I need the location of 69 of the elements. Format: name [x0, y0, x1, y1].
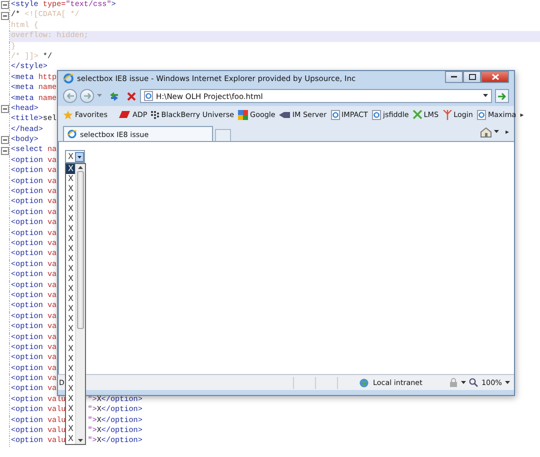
squares-icon: [238, 110, 248, 120]
scrollbar[interactable]: [75, 164, 85, 444]
dropdown-option[interactable]: X: [66, 244, 76, 254]
close-icon: [492, 74, 498, 80]
maximize-icon: [468, 74, 476, 80]
dropdown-option[interactable]: X: [66, 234, 76, 244]
plug-icon: [279, 112, 290, 118]
fold-icon[interactable]: [0, 1, 8, 10]
dropdown-option[interactable]: X: [66, 384, 76, 394]
dropdown-option[interactable]: X: [66, 424, 76, 434]
fold-icon[interactable]: [0, 12, 8, 20]
dropdown-option[interactable]: X: [66, 374, 76, 384]
page-icon: [330, 110, 340, 120]
dropdown-option[interactable]: X: [66, 194, 76, 204]
caret-icon[interactable]: [505, 380, 510, 384]
home-icon[interactable]: [480, 126, 492, 138]
dropdown-option[interactable]: X: [66, 164, 76, 174]
cross-icon: [412, 110, 422, 119]
dropdown-option[interactable]: X: [66, 204, 76, 214]
maximize-button[interactable]: [463, 71, 481, 83]
fold-icon[interactable]: [0, 136, 8, 144]
dropdown-option[interactable]: X: [66, 294, 76, 304]
logo-icon: [119, 111, 130, 118]
down-arrow-icon[interactable]: [78, 439, 84, 442]
spark-icon: [442, 110, 452, 120]
dropdown-option[interactable]: X: [66, 284, 76, 294]
minimize-button[interactable]: [445, 71, 463, 83]
select-box[interactable]: X: [65, 150, 85, 163]
go-button[interactable]: [495, 89, 509, 103]
dropdown-option[interactable]: X: [66, 324, 76, 334]
globe-icon: [358, 378, 370, 388]
dropdown-option[interactable]: X: [66, 214, 76, 224]
fold-icon[interactable]: [0, 105, 8, 114]
dropdown-option[interactable]: X: [66, 354, 76, 364]
stop-icon[interactable]: [126, 90, 137, 102]
zoom-icon[interactable]: [469, 378, 478, 387]
caret-icon[interactable]: [483, 94, 488, 98]
arrow-icon: [498, 92, 506, 100]
caret-icon[interactable]: [494, 130, 500, 134]
page-icon: [144, 91, 153, 101]
dropdown-option[interactable]: X: [66, 414, 76, 424]
fold-icon[interactable]: [0, 146, 8, 155]
page-icon: [372, 110, 381, 120]
minimize-icon: [451, 76, 457, 78]
page-icon: [476, 110, 486, 120]
browser-icon: [67, 129, 77, 139]
dropdown-option[interactable]: X: [66, 434, 76, 444]
back-arrow-icon: [66, 93, 74, 99]
up-arrow-icon[interactable]: [78, 166, 84, 169]
refresh-icon[interactable]: [108, 90, 120, 102]
dropdown-option[interactable]: X: [66, 304, 76, 314]
dropdown-option[interactable]: X: [66, 334, 76, 344]
caret-icon[interactable]: [461, 380, 466, 384]
dropdown-option[interactable]: X: [66, 364, 76, 374]
close-button[interactable]: [481, 71, 509, 83]
dropdown-option[interactable]: X: [66, 224, 76, 234]
star-icon: [63, 110, 73, 120]
dropdown-option[interactable]: X: [66, 394, 76, 404]
forward-arrow-icon: [84, 93, 90, 99]
browser-icon: [63, 73, 74, 84]
dropdown-option[interactable]: X: [66, 264, 76, 274]
dropdown-option[interactable]: X: [66, 344, 76, 354]
dropdown-option[interactable]: X: [66, 254, 76, 264]
dropdown-option[interactable]: X: [66, 314, 76, 324]
dropdown-option[interactable]: X: [66, 184, 76, 194]
dropdown-option[interactable]: X: [66, 404, 76, 414]
dots-icon: [151, 110, 160, 118]
dropdown-option[interactable]: X: [66, 174, 76, 184]
dropdown-option[interactable]: X: [66, 274, 76, 284]
